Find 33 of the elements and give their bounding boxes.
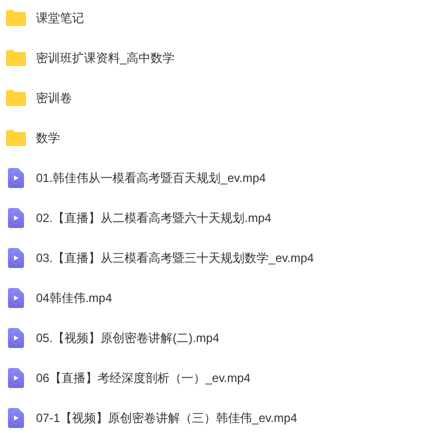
file-row[interactable]: 06【直播】考经深度剖析（一）_ev.mp4	[0, 358, 422, 398]
file-row[interactable]: 02.【直播】从二模看高考暨六十天规划.mp4	[0, 198, 422, 238]
video-file-icon	[8, 208, 24, 228]
video-file-icon	[8, 408, 24, 428]
file-name: 06【直播】考经深度剖析（一）_ev.mp4	[36, 370, 250, 387]
file-name: 05.【视频】原创密卷讲解(二).mp4	[36, 330, 220, 347]
file-name: 密训卷	[36, 90, 72, 107]
file-row[interactable]: 密训班扩课资料_高中数学	[0, 38, 422, 78]
video-file-icon	[8, 328, 24, 348]
file-name: 07-1【视频】原创密卷讲解（三）韩佳伟_ev.mp4	[36, 410, 298, 427]
file-row[interactable]: 03.【直播】从三模看高考暨三十天规划数学_ev.mp4	[0, 238, 422, 278]
file-name: 01.韩佳伟从一模看高考暨百天规划_ev.mp4	[36, 170, 266, 187]
folder-icon	[6, 50, 26, 66]
folder-icon	[6, 10, 26, 26]
video-file-icon	[8, 368, 24, 388]
file-row[interactable]: 04韩佳伟.mp4	[0, 278, 422, 318]
file-name: 密训班扩课资料_高中数学	[36, 50, 175, 67]
file-name: 03.【直播】从三模看高考暨三十天规划数学_ev.mp4	[36, 250, 314, 267]
video-file-icon	[8, 288, 24, 308]
file-name: 02.【直播】从二模看高考暨六十天规划.mp4	[36, 210, 272, 227]
file-row[interactable]: 课堂笔记	[0, 0, 422, 38]
folder-icon	[6, 90, 26, 106]
video-file-icon	[8, 248, 24, 268]
file-name: 课堂笔记	[36, 10, 84, 27]
file-name: 数学	[36, 130, 60, 147]
video-file-icon	[8, 168, 24, 188]
file-row[interactable]: 07-1【视频】原创密卷讲解（三）韩佳伟_ev.mp4	[0, 398, 422, 433]
file-row[interactable]: 01.韩佳伟从一模看高考暨百天规划_ev.mp4	[0, 158, 422, 198]
file-name: 04韩佳伟.mp4	[36, 290, 112, 307]
file-row[interactable]: 数学	[0, 118, 422, 158]
file-row[interactable]: 05.【视频】原创密卷讲解(二).mp4	[0, 318, 422, 358]
file-row[interactable]: 密训卷	[0, 78, 422, 118]
folder-icon	[6, 130, 26, 146]
